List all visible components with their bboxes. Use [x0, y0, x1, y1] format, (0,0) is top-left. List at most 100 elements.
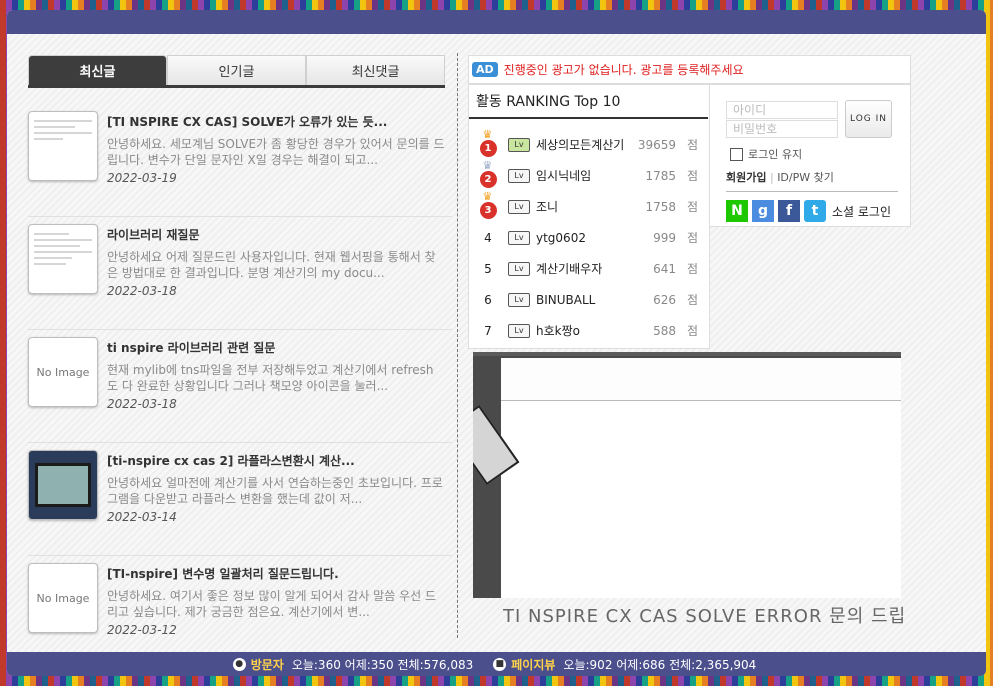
ranking-unit: 점: [686, 169, 698, 183]
tab-popular-posts[interactable]: 인기글: [167, 55, 306, 85]
post-excerpt: 안녕하세요. 세모계님 SOLVE가 좀 황당한 경우가 있어서 문의를 드립니…: [107, 137, 445, 167]
ad-text[interactable]: 진행중인 광고가 없습니다. 광고를 등록해주세요: [504, 61, 744, 78]
crown-icon: ♛: [482, 190, 493, 203]
post-title[interactable]: ti nspire 라이브러리 관련 질문: [107, 339, 445, 356]
post-excerpt: 안녕하세요. 여기서 좋은 정보 많이 알게 되어서 감사 말씀 우선 드리고 …: [107, 589, 437, 619]
social-login-label: 소셜 로그인: [832, 204, 892, 219]
page-frame: 최신글 인기글 최신댓글 [TI NSPIRE CX CAS] SOLVE가 오…: [7, 10, 986, 676]
list-item[interactable]: [ti-nspire cx cas 2] 라플라스변환시 계산... 안녕하세요…: [28, 443, 452, 556]
ranking-name[interactable]: 임시닉네임: [536, 167, 636, 184]
ranking-number: 7: [484, 323, 492, 338]
post-excerpt: 현재 mylib에 tns파일을 전부 저장해두었고 계산기에서 refresh…: [107, 363, 434, 393]
ranking-score: 641: [653, 261, 676, 276]
ranking-unit: 점: [686, 324, 698, 338]
user-icon: ●: [232, 657, 246, 671]
post-excerpt: 안녕하세요 어제 질문드린 사용자입니다. 현재 웹서핑을 통해서 찾은 방법대…: [107, 250, 436, 280]
ranking-name[interactable]: 계산기배우자: [536, 260, 636, 277]
ranking-score: 626: [653, 292, 676, 307]
ranking-row[interactable]: 4 Lv ytg0602 999 점: [469, 222, 709, 253]
ranking-name[interactable]: 세상의모든계산기: [536, 136, 636, 153]
post-title[interactable]: 라이브러리 재질문: [107, 226, 445, 243]
bronze-medal-icon: ♛ 3: [479, 191, 497, 219]
ranking-score: 1785: [645, 168, 676, 183]
ranking-unit: 점: [686, 293, 698, 307]
level-icon: Lv: [508, 137, 530, 152]
silver-medal-icon: ♛ 2: [479, 160, 497, 188]
google-icon[interactable]: g: [752, 200, 774, 222]
account-links: 회원가입 | ID/PW 찾기: [726, 171, 834, 184]
main-content: 최신글 인기글 최신댓글 [TI NSPIRE CX CAS] SOLVE가 오…: [7, 34, 986, 652]
login-divider: [726, 191, 898, 192]
post-thumbnail[interactable]: [28, 224, 98, 294]
post-title[interactable]: [ti-nspire cx cas 2] 라플라스변환시 계산...: [107, 452, 445, 469]
ranking-row[interactable]: ♛ 3 Lv 조니 1758 점: [469, 191, 709, 222]
keep-login-checkbox[interactable]: [730, 147, 743, 161]
ad-badge: AD: [472, 62, 498, 77]
visitors-stats: 오늘:360 어제:350 전체:576,083: [291, 657, 474, 672]
tab-latest-posts[interactable]: 최신글: [28, 55, 167, 85]
ranking-row[interactable]: 6 Lv BINUBALL 626 점: [469, 284, 709, 315]
ad-banner[interactable]: AD 진행중인 광고가 없습니다. 광고를 등록해주세요: [468, 55, 911, 84]
naver-icon[interactable]: N: [726, 200, 748, 222]
social-login: N g f t 소셜 로그인: [726, 200, 891, 222]
post-thumbnail[interactable]: No Image: [28, 337, 98, 407]
level-icon: Lv: [508, 230, 530, 245]
ranking-row[interactable]: ♛ 2 Lv 임시닉네임 1785 점: [469, 160, 709, 191]
level-icon: Lv: [508, 323, 530, 338]
post-thumbnail[interactable]: No Image: [28, 563, 98, 633]
footer-stats: ● 방문자 오늘:360 어제:350 전체:576,083 ■ 페이지뷰 오늘…: [7, 652, 986, 676]
post-tabs: 최신글 인기글 최신댓글: [28, 55, 445, 88]
keep-login-label: 로그인 유지: [748, 148, 803, 161]
post-date: 2022-03-12: [107, 623, 177, 637]
level-icon: Lv: [508, 292, 530, 307]
level-icon: Lv: [508, 261, 530, 276]
list-item[interactable]: [TI NSPIRE CX CAS] SOLVE가 오류가 있는 듯... 안녕…: [28, 104, 452, 217]
ranking-name[interactable]: h호k짱o: [536, 322, 636, 339]
ranking-row[interactable]: 7 Lv h호k짱o 588 점: [469, 315, 709, 346]
post-thumbnail[interactable]: [28, 450, 98, 520]
ranking-score: 999: [653, 230, 676, 245]
ranking-title: 활동 RANKING Top 10: [469, 85, 708, 119]
post-title[interactable]: [TI-nspire] 변수명 일괄처리 질문드립니다.: [107, 565, 445, 582]
top-bar: [7, 10, 986, 34]
signup-link[interactable]: 회원가입: [726, 171, 766, 184]
ranking-unit: 점: [686, 231, 698, 245]
ranking-row[interactable]: ♛ 1 Lv 세상의모든계산기 39659 점: [469, 129, 709, 160]
ranking-number: 6: [484, 292, 492, 307]
crown-icon: ♛: [482, 128, 493, 141]
ranking-row[interactable]: 5 Lv 계산기배우자 641 점: [469, 253, 709, 284]
ranking-name[interactable]: BINUBALL: [536, 293, 636, 307]
ranking-unit: 점: [686, 262, 698, 276]
level-icon: Lv: [508, 168, 530, 183]
ranking-name[interactable]: 조니: [536, 198, 636, 215]
ranking-name[interactable]: ytg0602: [536, 231, 636, 245]
list-item[interactable]: 라이브러리 재질문 안녕하세요 어제 질문드린 사용자입니다. 현재 웹서핑을 …: [28, 217, 452, 330]
ranking-score: 39659: [637, 137, 676, 152]
featured-post-image[interactable]: [473, 352, 901, 598]
ranking-score: 1758: [645, 199, 676, 214]
keep-login-toggle[interactable]: 로그인 유지: [730, 146, 802, 162]
facebook-icon[interactable]: f: [778, 200, 800, 222]
gold-medal-icon: ♛ 1: [479, 129, 497, 157]
post-title[interactable]: [TI NSPIRE CX CAS] SOLVE가 오류가 있는 듯...: [107, 113, 445, 130]
post-date: 2022-03-18: [107, 397, 177, 411]
crown-icon: ♛: [482, 159, 493, 172]
list-item[interactable]: No Image ti nspire 라이브러리 관련 질문 현재 mylib에…: [28, 330, 452, 443]
password-field[interactable]: 비밀번호: [726, 120, 838, 138]
find-account-link[interactable]: ID/PW 찾기: [777, 171, 834, 184]
username-field[interactable]: 아이디: [726, 101, 838, 119]
featured-post-caption[interactable]: TI NSPIRE CX CAS SOLVE ERROR 문의 드립니다: [503, 602, 903, 628]
post-excerpt: 안녕하세요 얼마전에 계산기를 사서 연습하는중인 초보입니다. 프로그램을 다…: [107, 476, 443, 506]
ranking-number: 5: [484, 261, 492, 276]
twitter-icon[interactable]: t: [804, 200, 826, 222]
login-button[interactable]: LOG IN: [845, 100, 892, 138]
pageviews-stats: 오늘:902 어제:686 전체:2,365,904: [563, 657, 757, 672]
no-image-label: No Image: [36, 591, 90, 605]
level-icon: Lv: [508, 199, 530, 214]
column-divider: [457, 53, 458, 638]
tab-latest-comments[interactable]: 최신댓글: [306, 55, 445, 85]
post-list: [TI NSPIRE CX CAS] SOLVE가 오류가 있는 듯... 안녕…: [28, 104, 452, 669]
ranking-score: 588: [653, 323, 676, 338]
pageviews-label: 페이지뷰: [511, 657, 556, 672]
post-thumbnail[interactable]: [28, 111, 98, 181]
